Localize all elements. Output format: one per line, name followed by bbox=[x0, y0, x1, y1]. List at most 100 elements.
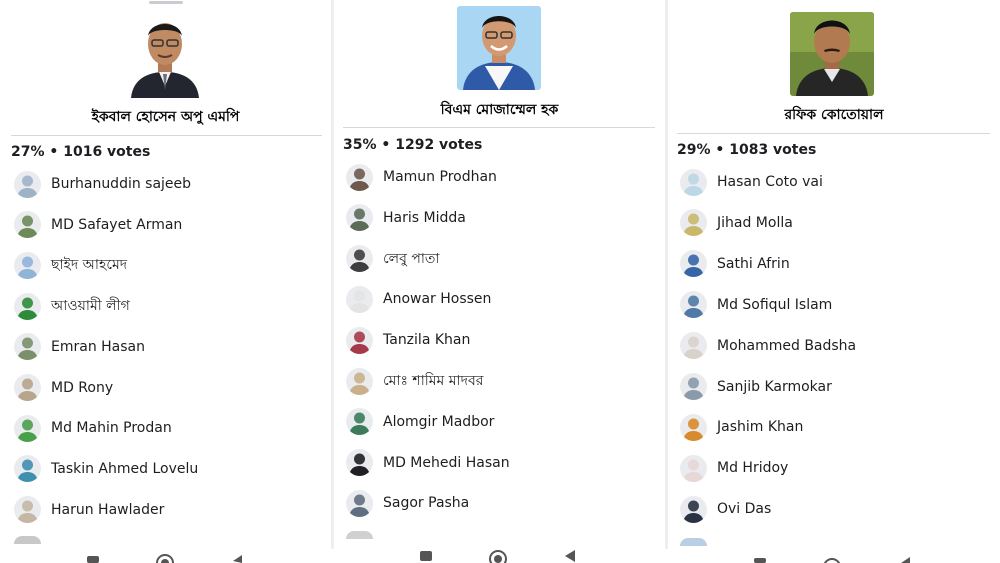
avatar[interactable] bbox=[346, 449, 373, 477]
voter-row[interactable]: Md Mahin Prodan bbox=[14, 414, 172, 442]
avatar[interactable] bbox=[14, 292, 41, 320]
avatar[interactable] bbox=[680, 168, 707, 196]
voter-name[interactable]: Mamun Prodhan bbox=[383, 169, 497, 185]
sheet-grab-handle[interactable] bbox=[149, 1, 183, 4]
voter-name[interactable]: Jihad Molla bbox=[717, 215, 793, 231]
voter-name[interactable]: Sathi Afrin bbox=[717, 256, 790, 272]
avatar[interactable] bbox=[680, 332, 707, 360]
voter-row[interactable]: MD Rony bbox=[14, 374, 113, 402]
candidate-name: বিএম মোজাম্মেল হক bbox=[440, 102, 559, 118]
circle-home-icon[interactable] bbox=[822, 557, 842, 563]
voter-name[interactable]: Alomgir Madbor bbox=[383, 414, 494, 430]
avatar[interactable] bbox=[346, 163, 373, 191]
voter-row[interactable]: Emran Hasan bbox=[14, 333, 145, 361]
voter-row[interactable]: MD Mehedi Hasan bbox=[346, 449, 510, 477]
triangle-back-icon[interactable] bbox=[231, 555, 243, 563]
voter-name[interactable]: Md Sofiqul Islam bbox=[717, 297, 832, 313]
voter-row[interactable]: Sanjib Karmokar bbox=[680, 373, 832, 401]
voter-row[interactable]: Jashim Khan bbox=[680, 413, 803, 441]
voter-row[interactable]: Harun Hawlader bbox=[14, 496, 164, 524]
avatar[interactable] bbox=[346, 204, 373, 232]
voter-name[interactable]: Hasan Coto vai bbox=[717, 174, 823, 190]
voter-name[interactable]: Burhanuddin sajeeb bbox=[51, 176, 191, 192]
voter-name[interactable]: MD Rony bbox=[51, 380, 113, 396]
avatar[interactable] bbox=[14, 251, 41, 279]
voter-row[interactable]: লেবু পাতা bbox=[346, 245, 439, 273]
circle-home-icon[interactable] bbox=[488, 549, 508, 563]
avatar[interactable] bbox=[680, 495, 707, 523]
avatar[interactable] bbox=[680, 209, 707, 237]
voter-row[interactable]: Haris Midda bbox=[346, 204, 466, 232]
voter-name[interactable]: লেবু পাতা bbox=[383, 247, 439, 271]
avatar[interactable] bbox=[680, 250, 707, 278]
voter-name[interactable]: Anowar Hossen bbox=[383, 291, 491, 307]
avatar[interactable] bbox=[680, 454, 707, 482]
voter-name[interactable]: Md Hridoy bbox=[717, 460, 788, 476]
triangle-back-icon[interactable] bbox=[563, 550, 577, 562]
avatar[interactable] bbox=[680, 373, 707, 400]
triangle-back-icon[interactable] bbox=[899, 557, 911, 563]
voter-row[interactable]: Mohammed Badsha bbox=[680, 332, 856, 360]
avatar[interactable] bbox=[14, 455, 41, 483]
voter-row[interactable]: Tanzila Khan bbox=[346, 326, 470, 354]
voter-name[interactable]: Ovi Das bbox=[717, 501, 771, 517]
voter-name[interactable]: ছাইদ আহমেদ bbox=[51, 253, 127, 277]
avatar[interactable] bbox=[346, 285, 373, 313]
avatar[interactable] bbox=[346, 367, 373, 395]
square-recents-icon[interactable] bbox=[86, 555, 100, 563]
voter-name[interactable]: Haris Midda bbox=[383, 210, 466, 226]
voter-name[interactable]: মোঃ শামিম মাদবর bbox=[383, 369, 483, 393]
voter-row[interactable]: Taskin Ahmed Lovelu bbox=[14, 455, 198, 483]
voter-name[interactable]: Mohammed Badsha bbox=[717, 338, 856, 354]
voter-name[interactable]: Harun Hawlader bbox=[51, 502, 164, 518]
divider bbox=[677, 133, 990, 134]
circle-home-icon[interactable] bbox=[156, 554, 174, 563]
avatar[interactable] bbox=[346, 408, 373, 436]
voter-name[interactable]: Emran Hasan bbox=[51, 339, 145, 355]
voter-name[interactable]: Md Mahin Prodan bbox=[51, 420, 172, 436]
voter-row[interactable]: Anowar Hossen bbox=[346, 285, 491, 313]
voter-row[interactable]: Burhanuddin sajeeb bbox=[14, 170, 191, 198]
poll-results-collage: ইকবাল হোসেন অপু এমপি 27% • 1016 votes Bu… bbox=[0, 0, 1000, 563]
voter-row[interactable]: Md Sofiqul Islam bbox=[680, 291, 832, 319]
avatar[interactable] bbox=[680, 291, 707, 319]
avatar[interactable] bbox=[14, 496, 41, 524]
voter-row[interactable]: Mamun Prodhan bbox=[346, 163, 497, 191]
voter-name[interactable]: MD Mehedi Hasan bbox=[383, 455, 510, 471]
square-recents-icon[interactable] bbox=[419, 550, 433, 562]
square-recents-icon[interactable] bbox=[753, 557, 767, 563]
avatar[interactable] bbox=[14, 170, 41, 198]
vote-summary: 29% • 1083 votes bbox=[677, 142, 816, 158]
voter-row[interactable]: Ovi Das bbox=[680, 495, 771, 523]
voter-row[interactable]: Sagor Pasha bbox=[346, 489, 469, 517]
avatar[interactable] bbox=[14, 333, 41, 361]
candidate-photo bbox=[457, 6, 541, 90]
avatar[interactable] bbox=[680, 413, 707, 441]
voter-name[interactable]: Tanzila Khan bbox=[383, 332, 470, 348]
voter-row[interactable]: Jihad Molla bbox=[680, 209, 793, 237]
voter-row[interactable]: MD Safayet Arman bbox=[14, 211, 182, 239]
voter-row[interactable]: আওয়ামী লীগ bbox=[14, 292, 130, 320]
voter-row[interactable]: Alomgir Madbor bbox=[346, 408, 494, 436]
voter-row[interactable]: ছাইদ আহমেদ bbox=[14, 251, 127, 279]
avatar[interactable] bbox=[14, 374, 41, 401]
voter-name[interactable]: MD Safayet Arman bbox=[51, 217, 182, 233]
avatar[interactable] bbox=[346, 489, 373, 517]
voter-name[interactable]: Sanjib Karmokar bbox=[717, 379, 832, 395]
candidate-name: ইকবাল হোসেন অপু এমপি bbox=[91, 109, 240, 125]
vote-summary: 35% • 1292 votes bbox=[343, 137, 482, 153]
voter-name[interactable]: Taskin Ahmed Lovelu bbox=[51, 461, 198, 477]
voter-row[interactable]: মোঃ শামিম মাদবর bbox=[346, 367, 483, 395]
avatar[interactable] bbox=[14, 414, 41, 442]
avatar[interactable] bbox=[14, 211, 41, 239]
partial-avatar bbox=[680, 538, 707, 546]
voter-name[interactable]: Sagor Pasha bbox=[383, 495, 469, 511]
voter-name[interactable]: Jashim Khan bbox=[717, 419, 803, 435]
avatar[interactable] bbox=[346, 245, 373, 273]
avatar[interactable] bbox=[346, 326, 373, 354]
voter-row[interactable]: Sathi Afrin bbox=[680, 250, 790, 278]
divider bbox=[343, 127, 655, 128]
voter-row[interactable]: Md Hridoy bbox=[680, 454, 788, 482]
voter-name[interactable]: আওয়ামী লীগ bbox=[51, 294, 130, 318]
voter-row[interactable]: Hasan Coto vai bbox=[680, 168, 823, 196]
